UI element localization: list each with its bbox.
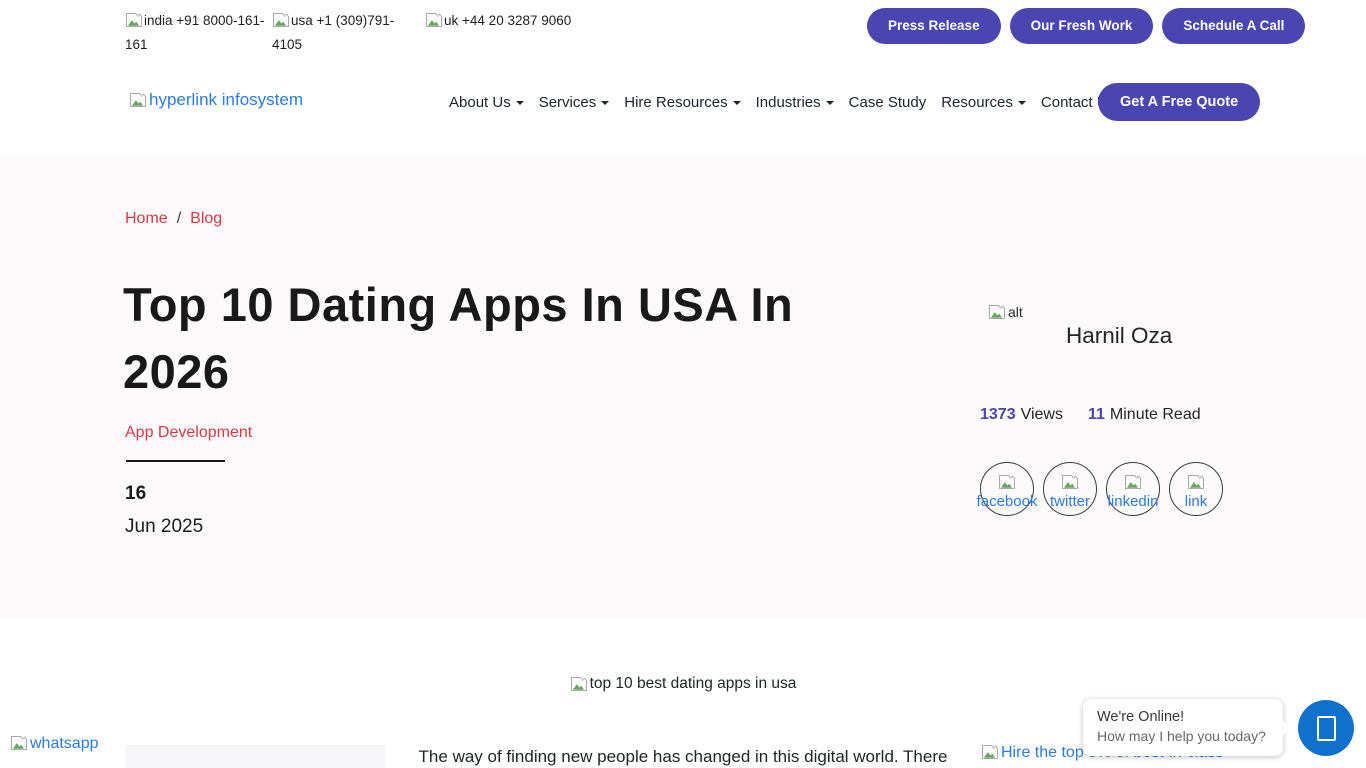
nav-case-study[interactable]: Case Study: [849, 94, 927, 111]
share-twitter-button[interactable]: twitter: [1043, 462, 1097, 516]
contact-phone-usa[interactable]: usa +1 (309)791-4105: [272, 9, 422, 57]
page-title: Top 10 Dating Apps In USA In 2026: [123, 271, 871, 405]
breadcrumb-blog-link[interactable]: Blog: [190, 210, 222, 228]
share-buttons: facebook twitter linkedin link: [980, 462, 1223, 516]
nav-label: Hire Resources: [624, 94, 727, 111]
flag-alt-text: uk: [444, 13, 458, 28]
nav-hire-resources[interactable]: Hire Resources: [624, 94, 740, 111]
share-facebook-button[interactable]: facebook: [980, 462, 1034, 516]
nav-services[interactable]: Services: [539, 94, 610, 111]
views-label: Views: [1021, 406, 1063, 424]
phone-number: +44 20 3287 9060: [462, 13, 571, 28]
views-count: 1373: [980, 406, 1016, 424]
chevron-down-icon: [516, 101, 524, 105]
get-a-free-quote-button[interactable]: Get A Free Quote: [1098, 83, 1260, 121]
share-alt-text: facebook: [977, 493, 1038, 510]
hero-image-placeholder: top 10 best dating apps in usa: [0, 675, 1366, 693]
facebook-broken-image-icon: [998, 474, 1016, 490]
category-link[interactable]: App Development: [125, 424, 252, 442]
hero-image-alt-text: top 10 best dating apps in usa: [590, 675, 797, 693]
nav-label: Industries: [756, 94, 821, 111]
logo-broken-image-icon: [129, 92, 147, 108]
chat-status-text: We're Online!: [1097, 709, 1269, 725]
share-linkedin-button[interactable]: linkedin: [1106, 462, 1160, 516]
chevron-down-icon: [601, 101, 609, 105]
main-nav: About Us Services Hire Resources Industr…: [449, 88, 1115, 116]
share-alt-text: twitter: [1050, 493, 1090, 510]
read-time-count: 11: [1088, 406, 1105, 424]
breadcrumb-home-link[interactable]: Home: [125, 210, 168, 228]
our-fresh-work-button[interactable]: Our Fresh Work: [1010, 8, 1154, 44]
share-alt-text: link: [1185, 493, 1208, 510]
india-flag-broken-image-icon: [125, 12, 143, 28]
contact-phone-uk[interactable]: uk +44 20 3287 9060: [425, 9, 605, 33]
uk-flag-broken-image-icon: [425, 12, 443, 28]
chevron-down-icon: [826, 101, 834, 105]
twitter-broken-image-icon: [1061, 474, 1079, 490]
share-alt-text: linkedin: [1108, 493, 1159, 510]
chat-tooltip[interactable]: We're Online! How may I help you today?: [1083, 699, 1283, 756]
chat-greeting-text: How may I help you today?: [1097, 728, 1269, 744]
breadcrumb: Home / Blog: [125, 210, 222, 228]
press-release-button[interactable]: Press Release: [867, 8, 1001, 44]
avatar-alt-text: alt: [1008, 304, 1023, 320]
link-broken-image-icon: [1187, 474, 1205, 490]
flag-alt-text: usa: [291, 13, 313, 28]
schedule-a-call-button[interactable]: Schedule A Call: [1162, 8, 1305, 44]
author-avatar: alt: [988, 304, 1023, 320]
blog-page: india +91 8000-161-161 usa +1 (309)791-4…: [0, 0, 1366, 768]
read-time-label: Minute Read: [1110, 406, 1201, 424]
nav-label: About Us: [449, 94, 511, 111]
tooltip-arrow: [1282, 720, 1290, 736]
chat-window-icon: [1317, 716, 1336, 741]
chevron-down-icon: [733, 101, 741, 105]
usa-flag-broken-image-icon: [272, 12, 290, 28]
chat-launcher-button[interactable]: [1298, 700, 1354, 756]
nav-label: Resources: [941, 94, 1013, 111]
logo-alt-text: hyperlink infosystem: [149, 90, 303, 109]
nav-about-us[interactable]: About Us: [449, 94, 524, 111]
breadcrumb-separator: /: [177, 210, 181, 228]
nav-label: Case Study: [849, 94, 927, 111]
article-stats: 1373 Views 11 Minute Read: [980, 406, 1201, 424]
avatar-broken-image-icon: [988, 304, 1006, 320]
author-name: Harnil Oza: [1066, 323, 1172, 349]
publish-date-month-year: Jun 2025: [125, 516, 203, 538]
linkedin-broken-image-icon: [1124, 474, 1142, 490]
flag-alt-text: india: [144, 13, 173, 28]
publish-date-day: 16: [125, 483, 146, 505]
title-divider: [126, 460, 225, 462]
header-action-buttons: Press Release Our Fresh Work Schedule A …: [867, 8, 1305, 44]
hire-banner-broken-image-icon: [981, 744, 999, 760]
share-copy-link-button[interactable]: link: [1169, 462, 1223, 516]
contact-phone-india[interactable]: india +91 8000-161-161: [125, 9, 275, 57]
nav-resources[interactable]: Resources: [941, 94, 1026, 111]
chevron-down-icon: [1018, 101, 1026, 105]
site-logo-link[interactable]: hyperlink infosystem: [129, 90, 303, 110]
nav-industries[interactable]: Industries: [756, 94, 834, 111]
nav-label: Services: [539, 94, 597, 111]
hero-broken-image-icon: [570, 676, 588, 692]
